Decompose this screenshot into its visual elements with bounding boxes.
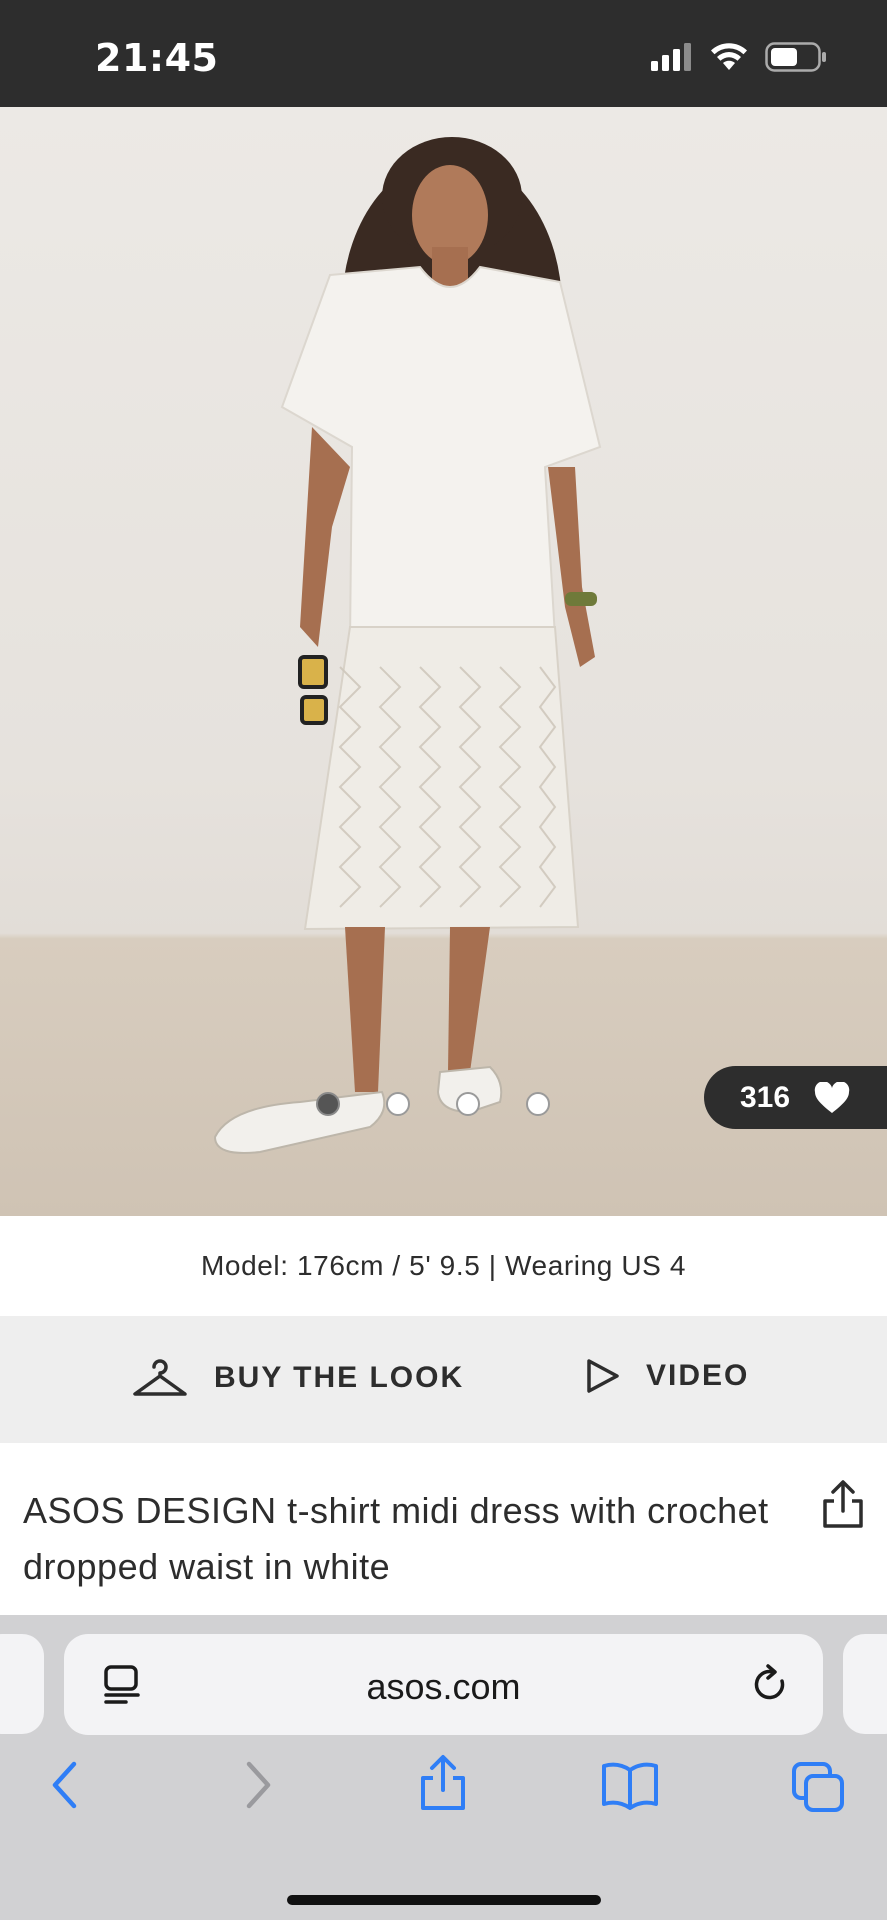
- cellular-signal-icon: [651, 43, 691, 71]
- gallery-dot-2[interactable]: [386, 1092, 410, 1116]
- previous-tab-preview[interactable]: [0, 1634, 44, 1734]
- gallery-dot-3[interactable]: [456, 1092, 480, 1116]
- product-image[interactable]: 316: [0, 107, 887, 1216]
- share-product-button[interactable]: [821, 1479, 865, 1534]
- model-info: Model: 176cm / 5' 9.5 | Wearing US 4: [200, 1250, 687, 1281]
- browser-chrome: asos.com: [0, 1615, 887, 1920]
- video-label: VIDEO: [646, 1359, 750, 1392]
- action-bar: BUY THE LOOK VIDEO: [0, 1316, 887, 1443]
- gallery-dot-1[interactable]: [316, 1092, 340, 1116]
- bookmarks-icon[interactable]: [600, 1760, 660, 1810]
- buy-the-look-button[interactable]: BUY THE LOOK: [132, 1358, 464, 1398]
- address-bar[interactable]: asos.com: [64, 1634, 823, 1735]
- hanger-icon: [133, 1359, 187, 1396]
- buy-the-look-label: BUY THE LOOK: [214, 1361, 465, 1394]
- gallery-pagination: [316, 1092, 550, 1116]
- product-title: ASOS DESIGN t-shirt midi dress with croc…: [23, 1490, 769, 1587]
- likes-count: 316: [740, 1080, 791, 1114]
- heart-icon: [814, 1081, 850, 1113]
- back-icon[interactable]: [50, 1760, 80, 1810]
- home-indicator[interactable]: [287, 1895, 601, 1905]
- share-icon[interactable]: [418, 1754, 468, 1812]
- product-title-section: ASOS DESIGN t-shirt midi dress with croc…: [0, 1443, 887, 1615]
- tabs-icon[interactable]: [790, 1760, 846, 1814]
- status-time: 21:45: [95, 36, 219, 80]
- forward-icon[interactable]: [243, 1760, 273, 1810]
- status-bar: 21:45: [0, 0, 887, 107]
- battery-icon: [765, 42, 826, 72]
- product-photo: [213, 137, 602, 1154]
- status-icons: [651, 42, 827, 72]
- reload-icon[interactable]: [751, 1664, 791, 1706]
- next-tab-preview[interactable]: [843, 1634, 887, 1734]
- wifi-icon: [711, 43, 747, 70]
- save-likes-button[interactable]: 316: [704, 1066, 887, 1129]
- video-button[interactable]: VIDEO: [586, 1358, 749, 1394]
- gallery-dot-4[interactable]: [526, 1092, 550, 1116]
- url-text: asos.com: [366, 1666, 521, 1707]
- play-icon: [587, 1359, 619, 1393]
- share-icon: [823, 1480, 863, 1528]
